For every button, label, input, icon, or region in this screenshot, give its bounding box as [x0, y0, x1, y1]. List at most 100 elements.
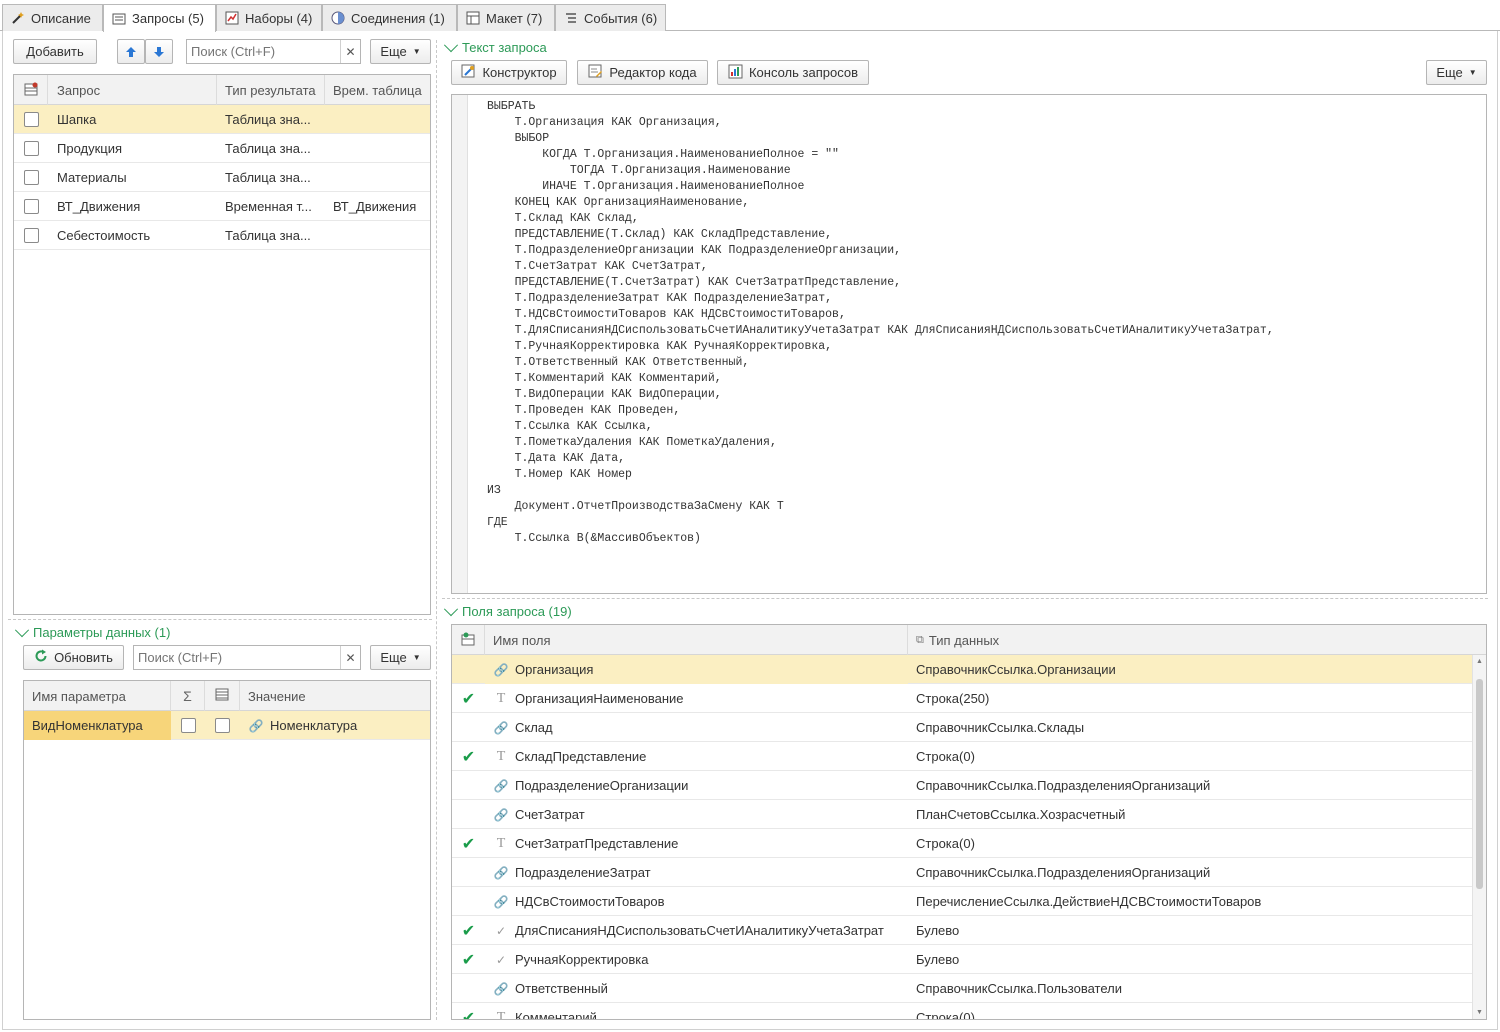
- field-name-cell[interactable]: 🔗 СчетЗатрат: [485, 800, 908, 829]
- table-row[interactable]: Себестоимость Таблица зна...: [14, 221, 430, 250]
- fields-section-toggle[interactable]: Поля запроса (19): [443, 601, 572, 619]
- query-text-section-toggle[interactable]: Текст запроса: [443, 37, 547, 55]
- header-query[interactable]: Запрос: [48, 75, 217, 105]
- table-row[interactable]: Продукция Таблица зна...: [14, 134, 430, 163]
- field-type-cell[interactable]: Строка(0): [908, 829, 1474, 858]
- field-selected-cell[interactable]: [452, 655, 485, 684]
- field-selected-cell[interactable]: ✔: [452, 742, 485, 771]
- refresh-params-button[interactable]: Обновить: [23, 645, 124, 670]
- scroll-down-icon[interactable]: ▼: [1476, 1009, 1483, 1016]
- table-row[interactable]: 🔗 ПодразделениеОрганизации СправочникСсылк…: [452, 771, 1472, 800]
- table-row[interactable]: ✔ T ОрганизацияНаименование Строка(250): [452, 684, 1472, 713]
- query-code-text[interactable]: ВЫБРАТЬ Т.Организация КАК Организация, В…: [487, 99, 1274, 547]
- table-row[interactable]: Шапка Таблица зна...: [14, 105, 430, 134]
- table-row[interactable]: 🔗 ПодразделениеЗатрат СправочникСсылка.Под…: [452, 858, 1472, 887]
- result-type-cell[interactable]: Временная т...: [217, 192, 325, 221]
- field-selected-cell[interactable]: ✔: [452, 945, 485, 974]
- queries-more-button[interactable]: Еще ▼: [370, 39, 431, 64]
- header-field-name[interactable]: Имя поля: [485, 625, 908, 655]
- field-type-cell[interactable]: Строка(0): [908, 742, 1474, 771]
- field-name-cell[interactable]: T СкладПредставление: [485, 742, 908, 771]
- temp-table-cell[interactable]: [325, 105, 430, 134]
- temp-table-cell[interactable]: ВТ_Движения: [325, 192, 430, 221]
- result-type-cell[interactable]: Таблица зна...: [217, 221, 325, 250]
- result-type-cell[interactable]: Таблица зна...: [217, 163, 325, 192]
- field-name-cell[interactable]: T СчетЗатратПредставление: [485, 829, 908, 858]
- query-code-editor[interactable]: ВЫБРАТЬ Т.Организация КАК Организация, В…: [451, 94, 1487, 594]
- tab-queries[interactable]: Запросы (5): [103, 4, 216, 32]
- field-selected-cell[interactable]: [452, 800, 485, 829]
- field-type-cell[interactable]: Строка(0): [908, 1003, 1474, 1019]
- row-checkbox[interactable]: [23, 228, 39, 243]
- table-settings-icon[interactable]: [23, 81, 39, 100]
- row-checkbox[interactable]: [23, 170, 39, 185]
- row-checkbox[interactable]: [23, 199, 39, 214]
- field-selected-cell[interactable]: ✔: [452, 829, 485, 858]
- field-name-cell[interactable]: 🔗 ПодразделениеОрганизации: [485, 771, 908, 800]
- result-type-cell[interactable]: Таблица зна...: [217, 134, 325, 163]
- field-type-cell[interactable]: Булево: [908, 916, 1474, 945]
- field-name-cell[interactable]: 🔗 ПодразделениеЗатрат: [485, 858, 908, 887]
- query-name-cell[interactable]: Шапка: [48, 105, 217, 134]
- header-param-name[interactable]: Имя параметра: [24, 681, 171, 711]
- table-row[interactable]: 🔗 Ответственный СправочникСсылка.Пользоват…: [452, 974, 1472, 1003]
- field-selected-cell[interactable]: [452, 713, 485, 742]
- table-row[interactable]: ВТ_Движения Временная т... ВТ_Движения: [14, 192, 430, 221]
- field-selected-cell[interactable]: ✔: [452, 1003, 485, 1020]
- table-row[interactable]: 🔗 СчетЗатрат ПланСчетовСсылка.Хозрасчетный: [452, 800, 1472, 829]
- fields-settings-icon[interactable]: [460, 631, 476, 650]
- field-type-cell[interactable]: СправочникСсылка.Организации: [908, 655, 1474, 684]
- move-up-button[interactable]: [117, 39, 145, 64]
- scroll-up-icon[interactable]: ▲: [1476, 658, 1483, 665]
- field-type-cell[interactable]: ПеречислениеСсылка.ДействиеНДСВСтоимости…: [908, 887, 1474, 916]
- tab-events[interactable]: События (6): [555, 4, 666, 31]
- row-checkbox[interactable]: [23, 112, 39, 127]
- field-type-cell[interactable]: СправочникСсылка.ПодразделенияОрганизаци…: [908, 858, 1474, 887]
- list-checkbox[interactable]: [215, 718, 230, 733]
- header-param-value[interactable]: Значение: [240, 681, 430, 711]
- expression-checkbox[interactable]: [180, 718, 196, 733]
- header-data-type[interactable]: ⧉ Тип данных: [908, 625, 1474, 655]
- clear-search-icon[interactable]: ✕: [340, 40, 360, 63]
- field-selected-cell[interactable]: ✔: [452, 916, 485, 945]
- constructor-button[interactable]: Конструктор: [451, 60, 567, 85]
- tab-links[interactable]: Соединения (1): [322, 4, 457, 31]
- table-row[interactable]: ✔ T СкладПредставление Строка(0): [452, 742, 1472, 771]
- header-result-type[interactable]: Тип результата: [217, 75, 325, 105]
- field-selected-cell[interactable]: [452, 858, 485, 887]
- add-query-button[interactable]: Добавить: [13, 39, 97, 64]
- query-name-cell[interactable]: Продукция: [48, 134, 217, 163]
- vertical-splitter[interactable]: [436, 40, 437, 1020]
- query-name-cell[interactable]: Себестоимость: [48, 221, 217, 250]
- scrollbar-thumb[interactable]: [1476, 679, 1483, 889]
- queries-search-input[interactable]: [187, 41, 340, 62]
- table-row[interactable]: ✔ ✓ РучнаяКорректировка Булево: [452, 945, 1472, 974]
- tab-description[interactable]: Описание: [2, 4, 103, 31]
- field-type-cell[interactable]: СправочникСсылка.Пользователи: [908, 974, 1474, 1003]
- table-row[interactable]: ВидНоменклатура 🔗 Номенклатура: [24, 711, 430, 740]
- field-selected-cell[interactable]: [452, 771, 485, 800]
- field-name-cell[interactable]: 🔗 Организация: [485, 655, 908, 684]
- param-value-cell[interactable]: 🔗 Номенклатура: [240, 711, 430, 740]
- table-row[interactable]: Материалы Таблица зна...: [14, 163, 430, 192]
- table-row[interactable]: 🔗 НДСвСтоимостиТоваров ПеречислениеСсылка.…: [452, 887, 1472, 916]
- param-name-cell[interactable]: ВидНоменклатура: [24, 711, 171, 740]
- field-selected-cell[interactable]: ✔: [452, 684, 485, 713]
- params-search-input[interactable]: [134, 647, 340, 668]
- query-name-cell[interactable]: Материалы: [48, 163, 217, 192]
- table-row[interactable]: ✔ T СчетЗатратПредставление Строка(0): [452, 829, 1472, 858]
- field-selected-cell[interactable]: [452, 974, 485, 1003]
- table-row[interactable]: 🔗 Организация СправочникСсылка.Организации: [452, 655, 1472, 684]
- row-checkbox[interactable]: [23, 141, 39, 156]
- field-name-cell[interactable]: 🔗 НДСвСтоимостиТоваров: [485, 887, 908, 916]
- temp-table-cell[interactable]: [325, 163, 430, 192]
- fields-scrollbar[interactable]: ▲ ▼: [1472, 655, 1486, 1019]
- field-name-cell[interactable]: ✓ РучнаяКорректировка: [485, 945, 908, 974]
- code-editor-button[interactable]: Редактор кода: [577, 60, 708, 85]
- field-type-cell[interactable]: Строка(250): [908, 684, 1474, 713]
- params-more-button[interactable]: Еще ▼: [370, 645, 431, 670]
- field-type-cell[interactable]: СправочникСсылка.Склады: [908, 713, 1474, 742]
- params-section-toggle[interactable]: Параметры данных (1): [14, 622, 170, 640]
- move-down-button[interactable]: [145, 39, 173, 64]
- field-type-cell[interactable]: СправочникСсылка.ПодразделенияОрганизаци…: [908, 771, 1474, 800]
